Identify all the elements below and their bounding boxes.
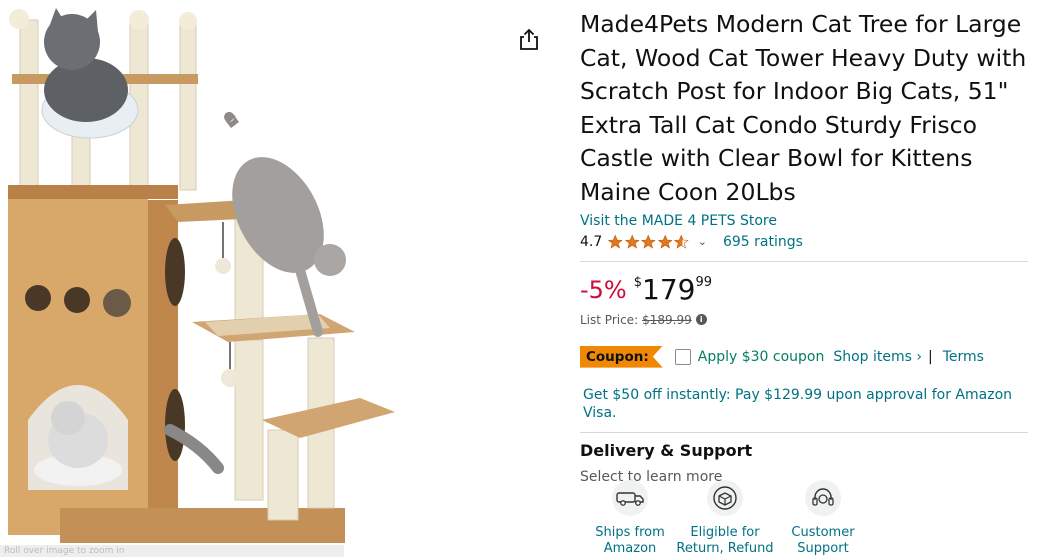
ships-from-amazon[interactable]: Ships from Amazon xyxy=(580,480,680,557)
half-star-icon xyxy=(674,234,689,249)
separator: | xyxy=(928,348,933,365)
divider xyxy=(580,431,1028,433)
truck-icon xyxy=(612,480,648,516)
product-title: Made4Pets Modern Cat Tree for Large Cat,… xyxy=(580,10,1027,206)
coupon-row: Coupon: Apply $30 coupon Shop items › | … xyxy=(580,345,1028,369)
price-fraction: 99 xyxy=(695,274,713,290)
chevron-down-icon[interactable]: ⌄ xyxy=(698,235,707,248)
visa-offer-link[interactable]: Get $50 off instantly: Pay $129.99 upon … xyxy=(580,386,1028,422)
delivery-support-row: Ships from Amazon Eligible for Return, R… xyxy=(580,480,880,560)
product-details: Made4Pets Modern Cat Tree for Large Cat,… xyxy=(580,8,1028,486)
list-price: List Price: $189.99 i xyxy=(580,313,1028,327)
price-currency-symbol: $ xyxy=(633,274,643,290)
price-whole: 179 xyxy=(642,272,696,306)
star-icon xyxy=(624,234,640,249)
ratings-count-link[interactable]: 695 ratings xyxy=(723,234,803,250)
list-price-label: List Price: xyxy=(580,312,639,327)
cat-tree-illustration xyxy=(8,8,395,543)
info-icon[interactable]: i xyxy=(695,314,707,326)
store-link[interactable]: Visit the MADE 4 PETS Store xyxy=(580,212,1028,230)
share-icon[interactable] xyxy=(516,26,542,52)
customer-support[interactable]: Customer Support xyxy=(773,480,873,557)
eligible-return-refund[interactable]: Eligible for Return, Refund xyxy=(675,480,775,557)
terms-link[interactable]: Terms xyxy=(943,349,984,365)
star-icon xyxy=(641,234,656,249)
image-caption: Roll over image to zoom in xyxy=(0,545,344,557)
support-label: Ships from Amazon xyxy=(595,525,665,556)
delivery-title: Delivery & Support xyxy=(580,440,753,460)
rating-value: 4.7 xyxy=(580,233,603,250)
return-box-icon xyxy=(707,480,743,516)
coupon-apply-label[interactable]: Apply $30 coupon xyxy=(698,349,825,365)
coupon-badge: Coupon: xyxy=(580,345,663,368)
discount-percent: -5% xyxy=(580,275,627,304)
product-image[interactable]: Roll over image to zoom in xyxy=(0,0,410,557)
divider xyxy=(580,260,1028,262)
support-label: Eligible for Return, Refund xyxy=(676,525,774,556)
headset-icon xyxy=(805,480,841,516)
coupon-checkbox[interactable] xyxy=(674,348,691,365)
support-label: Customer Support xyxy=(791,525,855,556)
shop-items-link[interactable]: Shop items › xyxy=(833,349,922,365)
star-rating-icon[interactable] xyxy=(607,234,690,250)
star-icon xyxy=(608,234,623,249)
star-icon xyxy=(657,234,673,249)
rating-row: 4.7 ⌄ 695 ratings xyxy=(580,231,1028,253)
price-row: -5% $ 179 99 xyxy=(580,273,1028,307)
list-price-value: $189.99 xyxy=(642,312,692,327)
